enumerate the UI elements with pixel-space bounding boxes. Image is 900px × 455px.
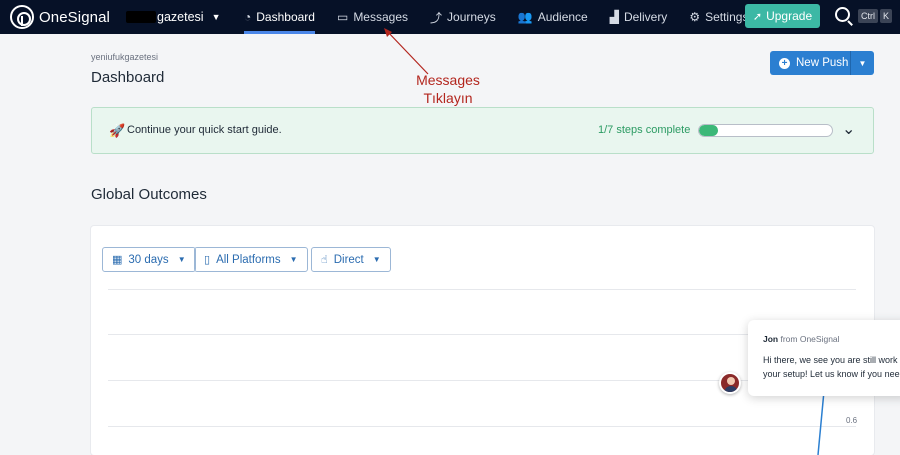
onesignal-logo[interactable]: OneSignal (10, 5, 110, 29)
chart-icon: ▟ (609, 10, 619, 24)
section-title: Global Outcomes (91, 186, 207, 203)
chat-icon: ▭ (336, 10, 349, 24)
chat-message: Hi there, we see you are still work your… (763, 353, 900, 381)
nav-delivery[interactable]: ▟ Delivery (610, 0, 668, 34)
nav-audience-label: Audience (537, 10, 588, 24)
chat-sender: Jon from OneSignal (763, 334, 840, 344)
logo-text: OneSignal (39, 8, 110, 26)
chat-message-line2: your setup! Let us know if you nee (763, 369, 900, 379)
quick-start-text: Continue your quick start guide. (127, 124, 282, 136)
quick-start-progress-fill (699, 125, 718, 136)
breadcrumb[interactable]: yeniufukgazetesi (91, 52, 158, 62)
nav-audience[interactable]: 👥 Audience (518, 0, 588, 34)
nav-delivery-label: Delivery (623, 10, 668, 24)
app-name: gazetesi (157, 10, 204, 24)
chat-sender-org: from OneSignal (778, 334, 840, 344)
nav-settings-label: Settings (705, 10, 749, 24)
users-icon: 👥 (517, 10, 533, 24)
journey-icon: ⤴ (430, 10, 443, 25)
annotation-line2: Tıklayın (423, 90, 473, 106)
chat-popup[interactable]: Jon from OneSignal Hi there, we see you … (748, 320, 900, 396)
new-push-label: New Push (796, 57, 849, 69)
app-selector[interactable]: gazetesi ▼ (126, 10, 244, 24)
nav-settings[interactable]: ⚙ Settings (689, 0, 748, 34)
caret-down-icon: ▼ (211, 12, 221, 22)
redacted-app-name (126, 11, 156, 23)
quick-start-steps: 1/7 steps complete (598, 124, 691, 136)
annotation-text: Messages Tıklayın (404, 71, 492, 107)
kbd-k: K (880, 9, 893, 23)
nav-journeys-label: Journeys (447, 10, 496, 24)
nav-dashboard-label: Dashboard (256, 10, 315, 24)
chat-sender-name: Jon (763, 334, 779, 344)
annotation-line1: Messages (416, 72, 480, 88)
page-title: Dashboard (91, 69, 165, 86)
dashboard-icon: ◔ (244, 10, 252, 24)
new-push-dropdown-caret[interactable]: ▼ (850, 51, 874, 75)
new-push-button[interactable]: + New Push ▼ (770, 51, 874, 75)
quick-start-progress (698, 124, 833, 137)
rocket-icon: 🚀 (109, 123, 126, 138)
chevron-down-icon[interactable]: ⌄ (842, 119, 855, 139)
rocket-icon: ➚ (752, 10, 763, 23)
kbd-ctrl: Ctrl (858, 9, 878, 23)
avatar[interactable] (719, 372, 741, 394)
search-icon[interactable] (835, 7, 850, 22)
nav-messages-label: Messages (353, 10, 409, 24)
plus-icon: + (779, 57, 790, 69)
gear-icon: ⚙ (689, 10, 701, 24)
nav-dashboard[interactable]: ◔ Dashboard (244, 0, 315, 34)
quick-start-banner[interactable]: 🚀 Continue your quick start guide. 1/7 s… (91, 107, 874, 154)
upgrade-label: Upgrade (766, 9, 813, 23)
upgrade-button[interactable]: ➚ Upgrade (745, 4, 820, 28)
chat-message-line1: Hi there, we see you are still work (763, 355, 898, 365)
onesignal-logo-icon (10, 5, 34, 29)
